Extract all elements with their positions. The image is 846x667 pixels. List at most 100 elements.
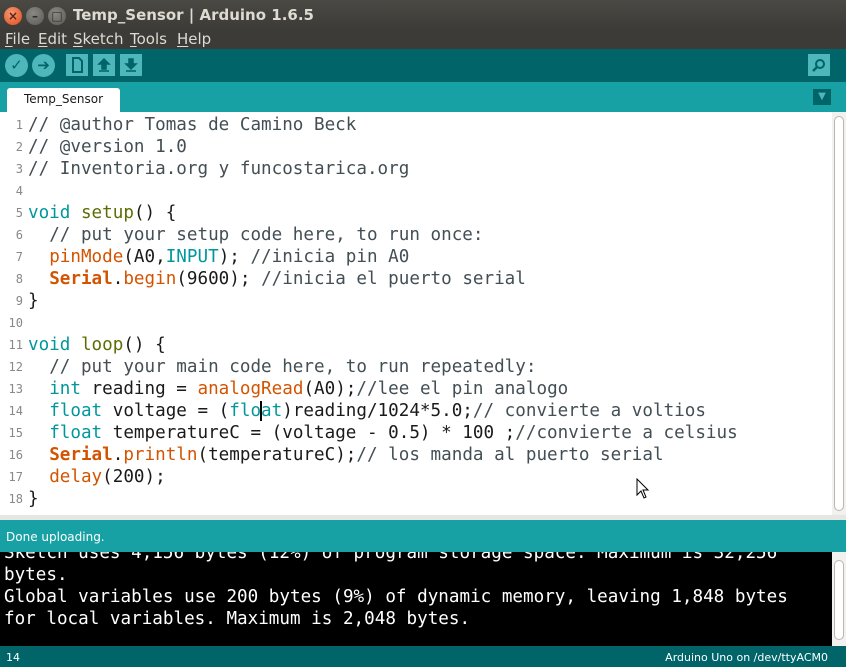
- code-token: INPUT: [165, 247, 219, 267]
- new-file-icon: [72, 57, 83, 73]
- check-icon: ✓: [10, 56, 23, 74]
- code-token: println: [123, 445, 198, 465]
- board-port-label: Arduino Uno on /dev/ttyACM0: [665, 651, 828, 664]
- code-line[interactable]: int reading = analogRead(A0);//lee el pi…: [28, 378, 568, 400]
- tab-row: Temp_Sensor: [0, 82, 846, 112]
- code-token: reading =: [80, 379, 198, 399]
- code-line[interactable]: // put your setup code here, to run once…: [28, 224, 483, 246]
- code-token: }: [28, 291, 39, 311]
- code-token: }: [28, 489, 39, 509]
- code-editor[interactable]: 1 2 3 4 5 6 7 8 9 10 11 12 13 14 15 16 17 18 // @author T…: [0, 112, 846, 515]
- line-number: 17: [8, 470, 23, 484]
- tab-temp-sensor[interactable]: Temp_Sensor: [7, 88, 120, 112]
- serial-monitor-button[interactable]: [808, 54, 830, 76]
- line-number: 7: [15, 250, 23, 264]
- code-line[interactable]: Serial.begin(9600); //inicia el puerto s…: [28, 268, 526, 290]
- toolbar: ✓ ➔: [0, 49, 846, 82]
- open-sketch-button[interactable]: [93, 54, 115, 76]
- code-token: int: [49, 379, 81, 399]
- code-line[interactable]: Serial.println(temperatureC);// los mand…: [28, 444, 664, 466]
- open-icon: [97, 57, 111, 72]
- code-token: voltage = (: [102, 401, 230, 421]
- code-token: // Inventoria.org y funcostarica.org: [28, 159, 410, 179]
- maximize-window-button[interactable]: □: [48, 7, 66, 25]
- line-number: 8: [15, 272, 23, 286]
- code-line[interactable]: // @version 1.0: [28, 136, 187, 158]
- line-number: 5: [15, 206, 23, 220]
- output-console[interactable]: Sketch uses 4,156 bytes (12%) of program…: [0, 552, 846, 646]
- menu-file[interactable]: File: [5, 30, 30, 48]
- code-token: () {: [123, 335, 166, 355]
- menu-tools[interactable]: Tools: [130, 30, 167, 48]
- title-bar: × – □ Temp_Sensor | Arduino 1.6.5: [0, 0, 846, 30]
- code-token: () {: [133, 203, 177, 223]
- line-number: 14: [8, 404, 23, 418]
- code-token: setup: [80, 203, 134, 223]
- footer-bar: 14 Arduino Uno on /dev/ttyACM0: [0, 646, 846, 667]
- editor-scrollbar-thumb[interactable]: [834, 116, 844, 511]
- code-token: // put your main code here, to run repea…: [49, 357, 537, 377]
- code-token: // los manda al puerto serial: [356, 445, 664, 465]
- line-number: 18: [8, 492, 23, 506]
- code-token: (9600);: [176, 269, 262, 289]
- code-token: float: [49, 423, 103, 443]
- window-title: Temp_Sensor | Arduino 1.6.5: [73, 6, 314, 24]
- code-token: analogRead: [197, 379, 304, 399]
- upload-button[interactable]: ➔: [32, 54, 55, 77]
- code-token: Serial: [49, 445, 113, 465]
- menu-help[interactable]: Help: [177, 30, 211, 48]
- code-line[interactable]: float voltage = (float)reading/1024*5.0;…: [28, 400, 706, 422]
- code-token: (temperatureC);: [197, 445, 357, 465]
- close-window-button[interactable]: ×: [4, 7, 22, 25]
- code-line[interactable]: void loop() {: [28, 334, 166, 356]
- line-number: 3: [15, 162, 23, 176]
- current-line-number: 14: [6, 651, 20, 664]
- arrow-right-icon: ➔: [37, 56, 50, 74]
- console-line: Global variables use 200 bytes (9%) of d…: [4, 587, 788, 607]
- tab-menu-button[interactable]: ▼: [813, 89, 831, 105]
- console-scrollbar-thumb[interactable]: [834, 560, 844, 640]
- console-line: Sketch uses 4,156 bytes (12%) of program…: [4, 552, 778, 563]
- code-line[interactable]: }: [28, 488, 39, 510]
- editor-scrollbar[interactable]: [832, 112, 846, 515]
- code-line[interactable]: float temperatureC = (voltage - 0.5) * 1…: [28, 422, 738, 444]
- code-token: //convierte a celsius: [515, 423, 738, 443]
- code-line[interactable]: }: [28, 290, 39, 312]
- code-token: void: [28, 335, 71, 355]
- menu-edit[interactable]: Edit: [38, 30, 67, 48]
- console-scrollbar[interactable]: [832, 552, 846, 646]
- code-token: temperatureC = (voltage - 0.5) * 100 ;: [102, 423, 516, 443]
- verify-button[interactable]: ✓: [5, 54, 28, 77]
- code-line[interactable]: // put your main code here, to run repea…: [28, 356, 536, 378]
- code-token: // @author Tomas de Camino Beck: [28, 115, 357, 135]
- code-line[interactable]: // @author Tomas de Camino Beck: [28, 114, 356, 136]
- save-icon: [124, 58, 138, 72]
- code-token: //inicia pin A0: [250, 247, 410, 267]
- new-sketch-button[interactable]: [66, 54, 88, 76]
- serial-monitor-icon: [812, 59, 825, 72]
- line-number: 13: [8, 382, 23, 396]
- code-token: // put your setup code here, to run once…: [49, 225, 484, 245]
- code-line[interactable]: delay(200);: [28, 466, 166, 488]
- code-line[interactable]: void setup() {: [28, 202, 176, 224]
- menu-sketch[interactable]: Sketch: [73, 30, 124, 48]
- line-number: 15: [8, 426, 23, 440]
- code-token: (A0,: [123, 247, 166, 267]
- code-token: .: [112, 269, 124, 289]
- code-line[interactable]: // Inventoria.org y funcostarica.org: [28, 158, 409, 180]
- minimize-window-button[interactable]: –: [26, 7, 44, 25]
- code-token: .: [112, 445, 124, 465]
- save-sketch-button[interactable]: [120, 54, 142, 76]
- text-caret: [260, 401, 262, 421]
- line-number: 4: [15, 184, 23, 198]
- code-token: Serial: [49, 269, 113, 289]
- code-line[interactable]: pinMode(A0,INPUT); //inicia pin A0: [28, 246, 409, 268]
